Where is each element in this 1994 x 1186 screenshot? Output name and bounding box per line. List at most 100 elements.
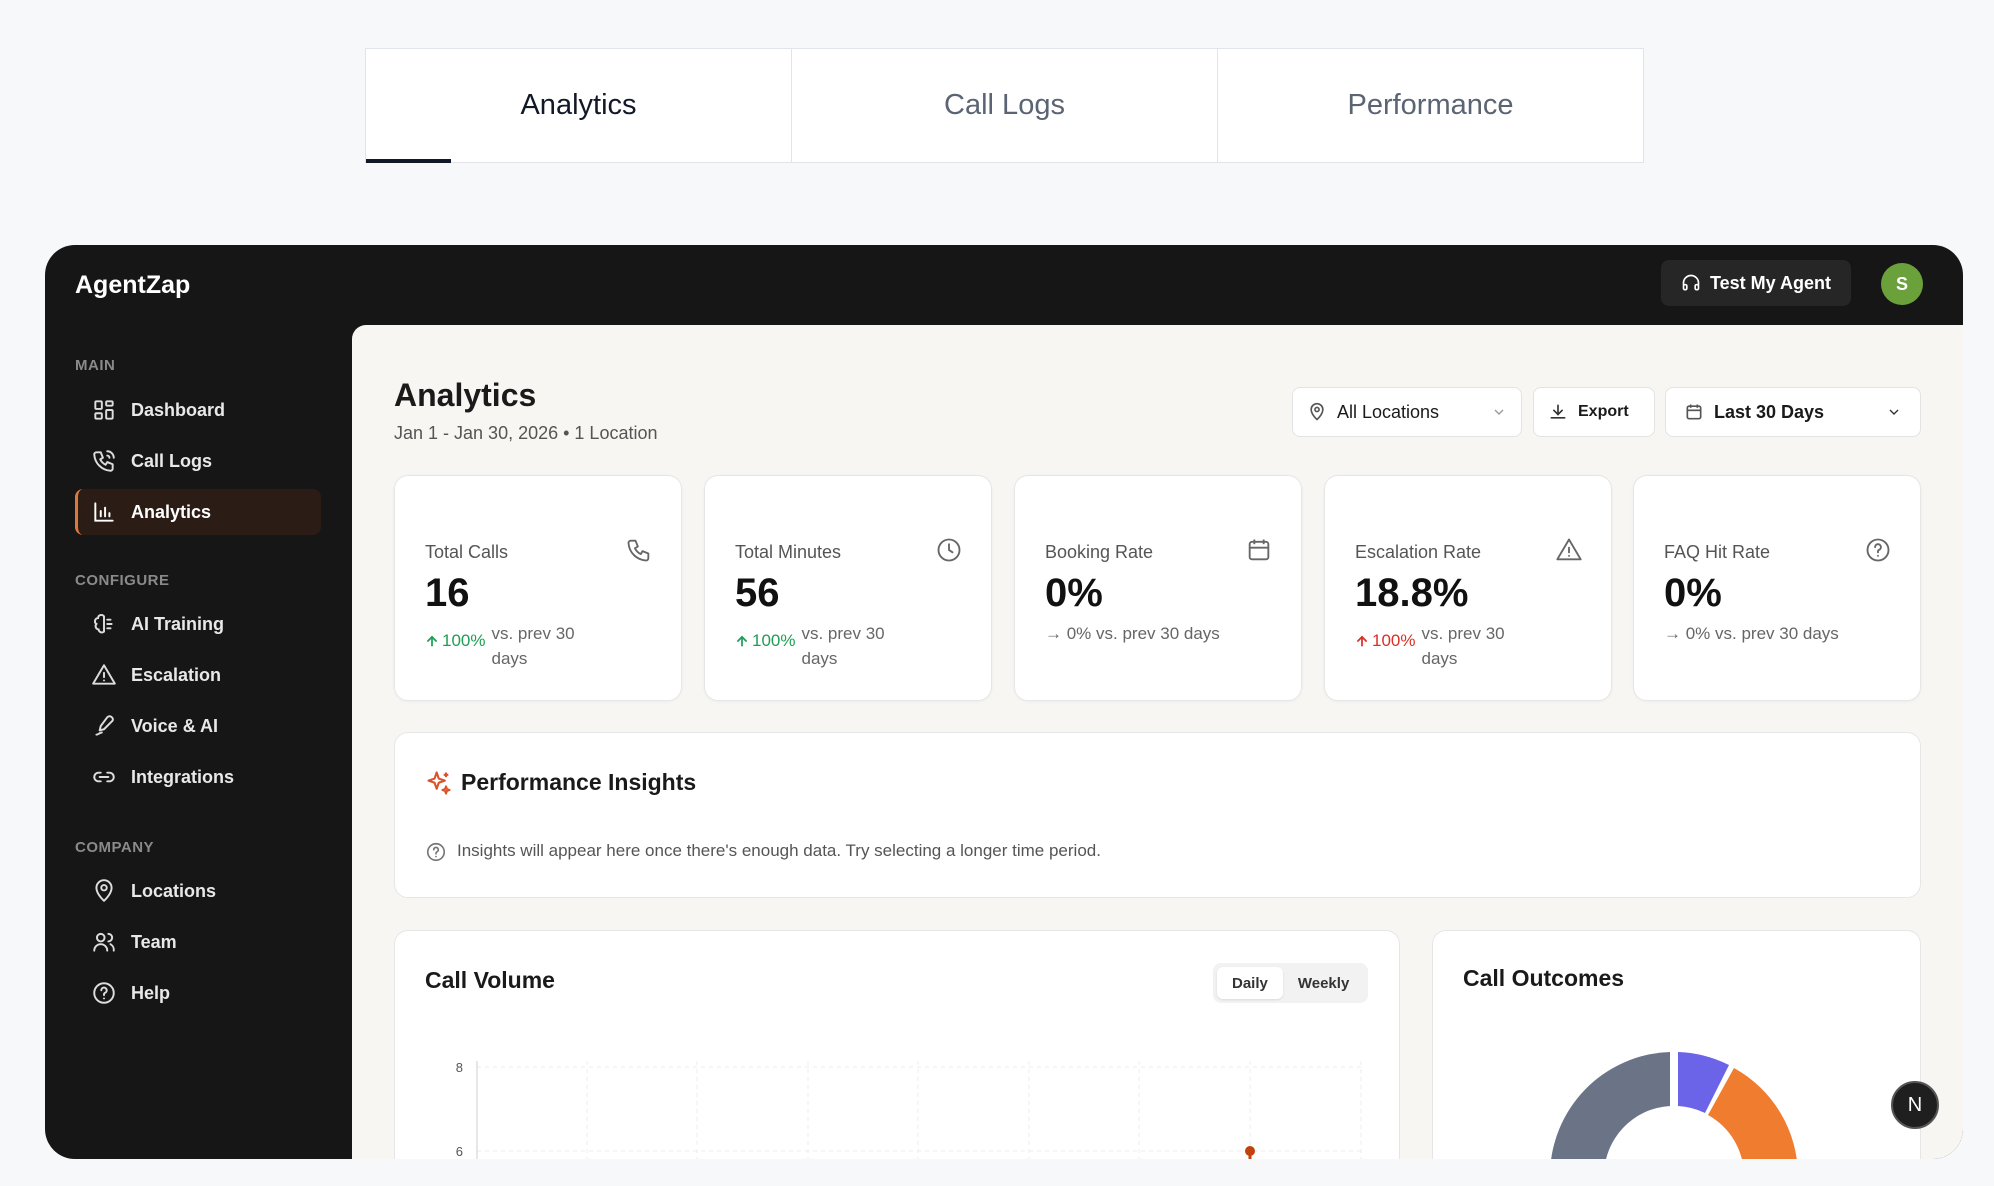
sidebar: MAIN Dashboard Call Logs Analytics CONFI… — [45, 325, 352, 1159]
sidebar-section-company: COMPANY — [75, 839, 155, 856]
y-tick-label: 8 — [456, 1060, 463, 1075]
pin-icon — [1310, 402, 1324, 421]
phone-icon — [93, 450, 115, 472]
kpi-label: Total Calls — [425, 542, 509, 562]
kpi-change-pct: 100% — [752, 631, 796, 650]
kpi-value: 16 — [425, 571, 470, 615]
chevron-down-icon — [1889, 409, 1899, 415]
bar-chart-icon — [94, 502, 114, 522]
test-my-agent-button[interactable]: Test My Agent — [1661, 260, 1851, 306]
kpi-change-text: → 0% vs. prev 30 days — [1664, 624, 1839, 643]
donut-segment — [1708, 1068, 1797, 1159]
kpi-change: → 0% vs. prev 30 days — [1045, 621, 1220, 646]
call-volume-card: Call Volume Daily Weekly 8 6 — [394, 930, 1400, 1159]
sidebar-item-label: Locations — [131, 880, 217, 901]
download-icon — [1550, 404, 1566, 419]
brain-icon — [94, 614, 113, 634]
kpi-change: → 0% vs. prev 30 days — [1664, 621, 1839, 646]
date-range-select[interactable]: Last 30 Days — [1665, 387, 1921, 437]
kpi-change: 100% vs. prev 30 days — [1355, 621, 1531, 671]
sidebar-section-configure: CONFIGURE — [75, 572, 170, 589]
insights-title: Performance Insights — [461, 769, 697, 795]
tab-analytics[interactable]: Analytics — [366, 49, 792, 163]
warning-icon — [92, 664, 116, 685]
y-tick-label: 6 — [456, 1144, 463, 1159]
top-tab-bar: Analytics Call Logs Performance — [365, 48, 1644, 163]
kpi-value: 0% — [1045, 571, 1103, 615]
kpi-change-text: vs. prev 30 days — [1421, 624, 1505, 668]
sidebar-item-label: Team — [131, 931, 177, 952]
kpi-change: 100% vs. prev 30 days — [735, 621, 911, 671]
page-title: Analytics — [394, 377, 537, 413]
kpi-change-pct: 100% — [1372, 631, 1416, 650]
sidebar-item-team[interactable]: Team — [75, 919, 321, 965]
arrow-up-icon — [737, 635, 747, 647]
kpi-card-total-calls: Total Calls 16 100% vs. prev 30 days — [394, 475, 682, 701]
locations-select-value: All Locations — [1337, 401, 1440, 422]
kpi-label: FAQ Hit Rate — [1664, 542, 1771, 562]
sidebar-item-ai-training[interactable]: AI Training — [75, 601, 321, 647]
sidebar-item-help[interactable]: Help — [75, 970, 321, 1016]
sidebar-item-analytics[interactable]: Analytics — [75, 489, 321, 535]
main-content: Analytics Jan 1 - Jan 30, 2026 • 1 Locat… — [352, 325, 1963, 1159]
donut-segment — [1551, 1052, 1670, 1159]
phone-icon — [627, 539, 650, 562]
kpi-change-text: vs. prev 30 days — [801, 624, 885, 668]
user-avatar[interactable]: S — [1881, 263, 1923, 305]
calendar-icon — [1686, 404, 1702, 420]
sparkle-icon — [427, 771, 451, 795]
sidebar-item-integrations[interactable]: Integrations — [75, 754, 321, 800]
arrow-up-icon — [427, 635, 437, 647]
warning-icon — [1556, 538, 1582, 561]
insights-message: Insights will appear here once there's e… — [457, 841, 1101, 860]
help-icon — [1866, 538, 1890, 562]
arrow-up-icon — [1357, 635, 1367, 647]
app-logo: AgentZap — [75, 271, 191, 299]
locations-select[interactable]: All Locations — [1292, 387, 1522, 437]
tab-call-logs[interactable]: Call Logs — [792, 49, 1218, 162]
sidebar-item-voice-ai[interactable]: Voice & AI — [75, 703, 321, 749]
kpi-card-total-minutes: Total Minutes 56 100% vs. prev 30 days — [704, 475, 992, 701]
sidebar-item-label: Dashboard — [131, 399, 226, 420]
sidebar-section-main: MAIN — [75, 357, 116, 374]
sidebar-item-label: Voice & AI — [131, 715, 219, 736]
pen-icon — [95, 715, 114, 736]
sidebar-item-label: Call Logs — [131, 450, 213, 471]
kpi-change-text: vs. prev 30 days — [491, 624, 575, 668]
test-my-agent-label: Test My Agent — [1709, 272, 1831, 293]
grid-icon — [94, 400, 114, 420]
sidebar-item-label: Help — [131, 982, 171, 1003]
page-subtitle: Jan 1 - Jan 30, 2026 • 1 Location — [394, 423, 658, 443]
date-range-value: Last 30 Days — [1714, 401, 1825, 422]
sidebar-item-label: Analytics — [131, 501, 212, 522]
tab-performance[interactable]: Performance — [1218, 49, 1643, 162]
kpi-card-escalation-rate: Escalation Rate 18.8% 100% vs. prev 30 d… — [1324, 475, 1612, 701]
kpi-label: Booking Rate — [1045, 542, 1154, 562]
sidebar-item-escalation[interactable]: Escalation — [75, 652, 321, 698]
app-topbar: AgentZap Test My Agent S — [45, 245, 1963, 325]
sidebar-item-label: Integrations — [131, 766, 235, 787]
headset-icon — [1682, 274, 1700, 291]
help-icon — [426, 842, 446, 862]
performance-insights-card: Performance Insights Insights will appea… — [394, 732, 1921, 898]
app-window: AgentZap Test My Agent S MAIN Dashboard … — [45, 245, 1963, 1159]
kpi-value: 56 — [735, 571, 780, 615]
kpi-change: 100% vs. prev 30 days — [425, 621, 601, 671]
call-outcomes-card: Call Outcomes — [1432, 930, 1921, 1159]
kpi-value: 0% — [1664, 571, 1722, 615]
calendar-icon — [1248, 539, 1270, 561]
kpi-change-text: → 0% vs. prev 30 days — [1045, 624, 1220, 643]
export-label: Export — [1578, 403, 1629, 420]
help-icon — [93, 982, 115, 1004]
kpi-label: Total Minutes — [735, 542, 842, 562]
kpi-card-faq-hit-rate: FAQ Hit Rate 0% → 0% vs. prev 30 days — [1633, 475, 1921, 701]
floating-action-button[interactable]: N — [1891, 1081, 1939, 1129]
sidebar-item-label: AI Training — [131, 613, 225, 634]
users-icon — [93, 932, 115, 952]
call-outcomes-donut — [1551, 1052, 1797, 1159]
export-button[interactable]: Export — [1533, 387, 1655, 437]
sidebar-item-call-logs[interactable]: Call Logs — [75, 438, 321, 484]
sidebar-item-dashboard[interactable]: Dashboard — [75, 387, 321, 433]
sidebar-item-locations[interactable]: Locations — [75, 868, 321, 914]
clock-icon — [937, 538, 961, 562]
